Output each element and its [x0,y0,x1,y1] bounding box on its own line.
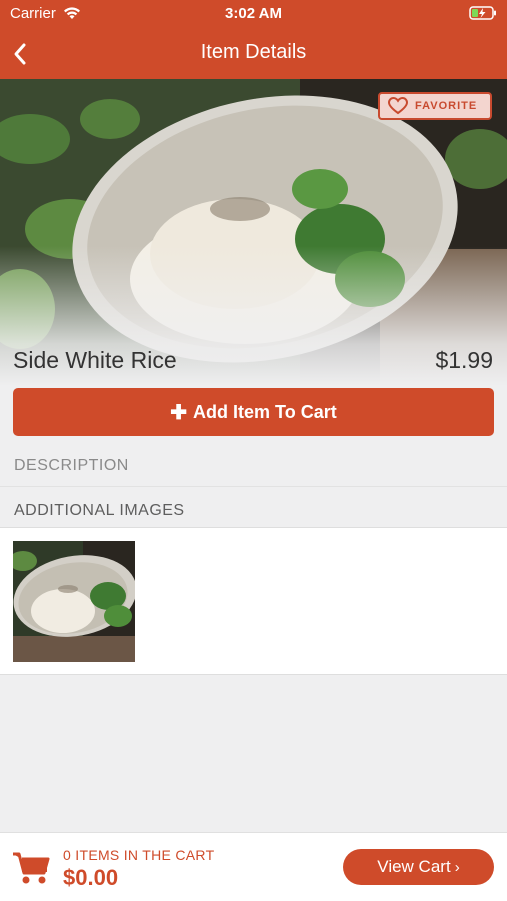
additional-images-heading: ADDITIONAL IMAGES [14,502,185,519]
description-heading: DESCRIPTION [14,457,129,474]
view-cart-button[interactable]: View Cart › [343,849,494,885]
favorite-button[interactable]: FAVORITE [378,92,492,120]
additional-image-thumbnail[interactable] [13,541,135,662]
page-title: Item Details [200,41,307,63]
heart-outline-icon [388,97,408,115]
chevron-right-icon: › [454,858,460,876]
item-name: Side White Rice [13,347,177,373]
cart-item-count: 0 ITEMS IN THE CART [63,847,215,863]
rice-bowl-thumbnail-photo [13,541,135,662]
status-bar: Carrier 3:02 AM [0,0,507,28]
battery-icon [469,6,496,20]
nav-bar: Item Details [0,28,507,79]
cart-total: $0.00 [63,865,119,890]
additional-images-header: ADDITIONAL IMAGES [0,486,507,527]
favorite-label: FAVORITE [415,100,478,112]
add-to-cart-button[interactable]: ✚ Add Item To Cart [13,388,494,436]
add-to-cart-label: Add Item To Cart [193,401,337,422]
additional-images-panel [0,527,507,675]
status-time: 3:02 AM [225,5,282,22]
description-section: DESCRIPTION [0,445,507,485]
plus-icon: ✚ [170,401,188,424]
shopping-cart-icon[interactable] [12,851,50,885]
cart-summary-bar: 0 ITEMS IN THE CART $0.00 View Cart › [0,832,507,901]
item-hero-image [0,79,507,386]
view-cart-label: View Cart [377,857,451,876]
item-price: $1.99 [435,347,493,373]
